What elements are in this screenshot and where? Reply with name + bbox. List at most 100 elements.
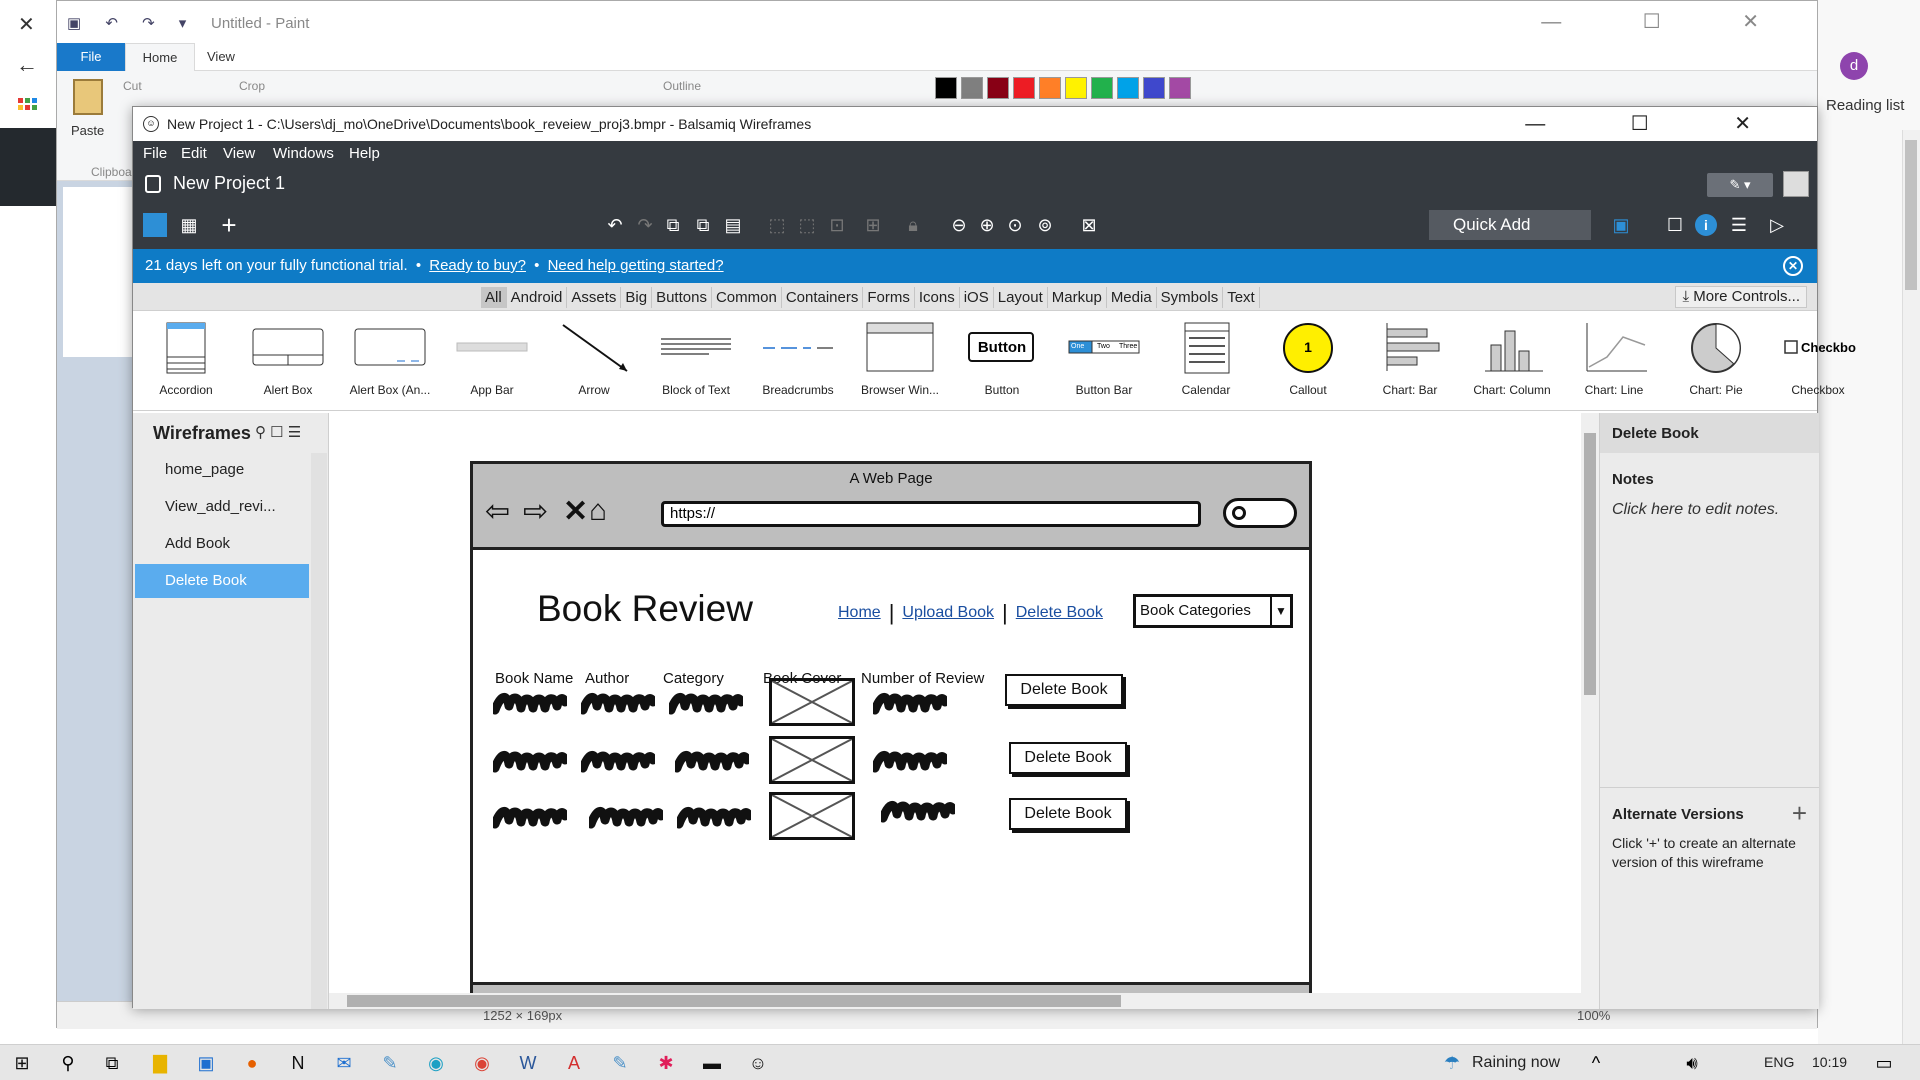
firefox-icon[interactable]: ●	[240, 1051, 264, 1075]
menu-file[interactable]: File	[143, 145, 167, 162]
notion-icon[interactable]: N	[286, 1051, 310, 1075]
store-icon[interactable]: ▣	[194, 1051, 218, 1075]
tab-file[interactable]: File	[57, 43, 125, 71]
menu-help[interactable]: Help	[349, 145, 380, 162]
tray-expand-icon[interactable]: ^	[1584, 1051, 1608, 1075]
undo-icon[interactable]: ↶	[603, 213, 627, 237]
apps-grid-icon[interactable]	[18, 98, 38, 118]
category-tab-big[interactable]: Big	[621, 287, 653, 308]
search-icon[interactable]: ⚲	[56, 1051, 80, 1075]
page-scroll-thumb[interactable]	[1905, 140, 1917, 290]
group-icon[interactable]: ⬚	[765, 213, 789, 237]
category-tab-all[interactable]: All	[481, 287, 507, 308]
category-tab-assets[interactable]: Assets	[567, 287, 622, 308]
paint-taskbar-icon[interactable]: ✎	[378, 1051, 402, 1075]
library-item-chart-line[interactable]: Chart: Line	[1567, 317, 1661, 401]
color-swatch-orange[interactable]	[1039, 77, 1061, 99]
presentation-icon[interactable]: ▷	[1765, 213, 1789, 237]
system-clock[interactable]: 10:19	[1812, 1054, 1847, 1070]
quick-access-toolbar[interactable]: ▣ ↶ ↷ ▾	[67, 14, 196, 32]
category-tab-buttons[interactable]: Buttons	[652, 287, 712, 308]
library-item-app-bar[interactable]: App Bar	[445, 317, 539, 401]
comments-icon[interactable]: ☐	[1663, 213, 1687, 237]
more-controls-button[interactable]: ⤓ More Controls...	[1675, 286, 1807, 308]
library-item-button-bar[interactable]: One Two Three Button Bar	[1057, 317, 1151, 401]
lock-icon[interactable]: 🔒︎	[901, 213, 925, 237]
category-tab-common[interactable]: Common	[712, 287, 782, 308]
crop-button[interactable]: Crop	[239, 79, 265, 93]
category-tab-markup[interactable]: Markup	[1048, 287, 1107, 308]
category-tab-icons[interactable]: Icons	[915, 287, 960, 308]
windows-start-icon[interactable]: ⊞	[10, 1051, 34, 1075]
word-icon[interactable]: W	[516, 1051, 540, 1075]
wireframe-item[interactable]: Add Book	[135, 527, 309, 561]
wireframe-item[interactable]: View_add_revi...	[135, 490, 309, 524]
task-view-icon[interactable]: ⧉	[100, 1051, 124, 1075]
ungroup-icon[interactable]: ⬚	[795, 213, 819, 237]
color-swatch-darkred[interactable]	[987, 77, 1009, 99]
color-swatch-indigo[interactable]	[1143, 77, 1165, 99]
add-alternate-icon[interactable]: +	[1792, 798, 1807, 829]
close-banner-icon[interactable]: ✕	[1783, 256, 1803, 276]
library-item-alert-box-android[interactable]: Alert Box (An...	[343, 317, 437, 401]
close-icon[interactable]: ✕	[18, 12, 35, 37]
notifications-icon[interactable]: ▭	[1872, 1051, 1896, 1075]
quick-add-input[interactable]: Quick Add	[1429, 210, 1591, 240]
color-swatch-yellow[interactable]	[1065, 77, 1087, 99]
category-tab-media[interactable]: Media	[1107, 287, 1157, 308]
library-item-checkbox[interactable]: Checkbo Checkbox	[1771, 317, 1865, 401]
category-tab-symbols[interactable]: Symbols	[1157, 287, 1224, 308]
info-icon[interactable]: i	[1695, 214, 1717, 236]
profile-avatar[interactable]: d	[1840, 52, 1868, 80]
library-item-accordion[interactable]: Accordion	[139, 317, 233, 401]
copy-icon[interactable]: ⧉	[661, 213, 685, 237]
paste-button[interactable]: Paste	[71, 123, 104, 138]
ready-to-buy-link[interactable]: Ready to buy?	[429, 257, 526, 274]
canvas-hscroll-thumb[interactable]	[347, 995, 1121, 1007]
library-item-calendar[interactable]: Calendar	[1159, 317, 1253, 401]
library-item-chart-column[interactable]: Chart: Column	[1465, 317, 1559, 401]
clipboard-icon[interactable]	[73, 79, 103, 115]
library-icon[interactable]: ▣	[1609, 213, 1633, 237]
library-item-chart-pie[interactable]: Chart: Pie	[1669, 317, 1763, 401]
tab-home[interactable]: Home	[125, 43, 195, 72]
reading-list-button[interactable]: Reading list	[1826, 97, 1904, 114]
language-indicator[interactable]: ENG	[1764, 1054, 1794, 1070]
library-item-block-of-text[interactable]: Block of Text	[649, 317, 743, 401]
grid-view-icon[interactable]: ▦	[177, 213, 201, 237]
canvas-horizontal-scrollbar[interactable]	[329, 993, 1599, 1009]
category-tab-layout[interactable]: Layout	[994, 287, 1048, 308]
color-swatch-purple[interactable]	[1169, 77, 1191, 99]
category-tab-containers[interactable]: Containers	[782, 287, 864, 308]
category-tab-text[interactable]: Text	[1223, 287, 1260, 308]
zoom-out-icon[interactable]: ⊖	[947, 213, 971, 237]
paint-canvas[interactable]	[63, 187, 133, 357]
color-swatch-green[interactable]	[1091, 77, 1113, 99]
canvas-vertical-scrollbar[interactable]	[1581, 413, 1599, 993]
paste-icon[interactable]: ▤	[721, 213, 745, 237]
notes-field[interactable]: Click here to edit notes.	[1612, 501, 1779, 519]
weather-status[interactable]: Raining now	[1472, 1054, 1560, 1072]
library-item-button[interactable]: Button Button	[955, 317, 1049, 401]
help-getting-started-link[interactable]: Need help getting started?	[548, 257, 724, 274]
library-item-browser-window[interactable]: Browser Win...	[853, 317, 947, 401]
single-view-icon[interactable]	[143, 213, 167, 237]
category-tab-ios[interactable]: iOS	[960, 287, 994, 308]
chrome-icon[interactable]: ◉	[470, 1051, 494, 1075]
tab-view[interactable]: View	[207, 43, 257, 71]
menu-windows[interactable]: Windows	[273, 145, 334, 162]
panel-view-icons[interactable]: ⚲ ☐ ☰	[255, 423, 301, 441]
user-icon[interactable]	[1783, 171, 1809, 197]
library-item-breadcrumbs[interactable]: Breadcrumbs	[751, 317, 845, 401]
edge-icon[interactable]: ◉	[424, 1051, 448, 1075]
color-swatch-black[interactable]	[935, 77, 957, 99]
mail-icon[interactable]: ✉	[332, 1051, 356, 1075]
window-controls[interactable]: — ☐ ✕	[1525, 111, 1791, 136]
zoom-in-icon[interactable]: ⊕	[975, 213, 999, 237]
file-explorer-icon[interactable]: ▇	[148, 1051, 172, 1075]
actual-size-icon[interactable]: ⊙	[1003, 213, 1027, 237]
fit-zoom-icon[interactable]: ⊚	[1033, 213, 1057, 237]
acrobat-icon[interactable]: A	[562, 1051, 586, 1075]
color-swatch-turquoise[interactable]	[1117, 77, 1139, 99]
paint-app-icon[interactable]: ✎	[608, 1051, 632, 1075]
